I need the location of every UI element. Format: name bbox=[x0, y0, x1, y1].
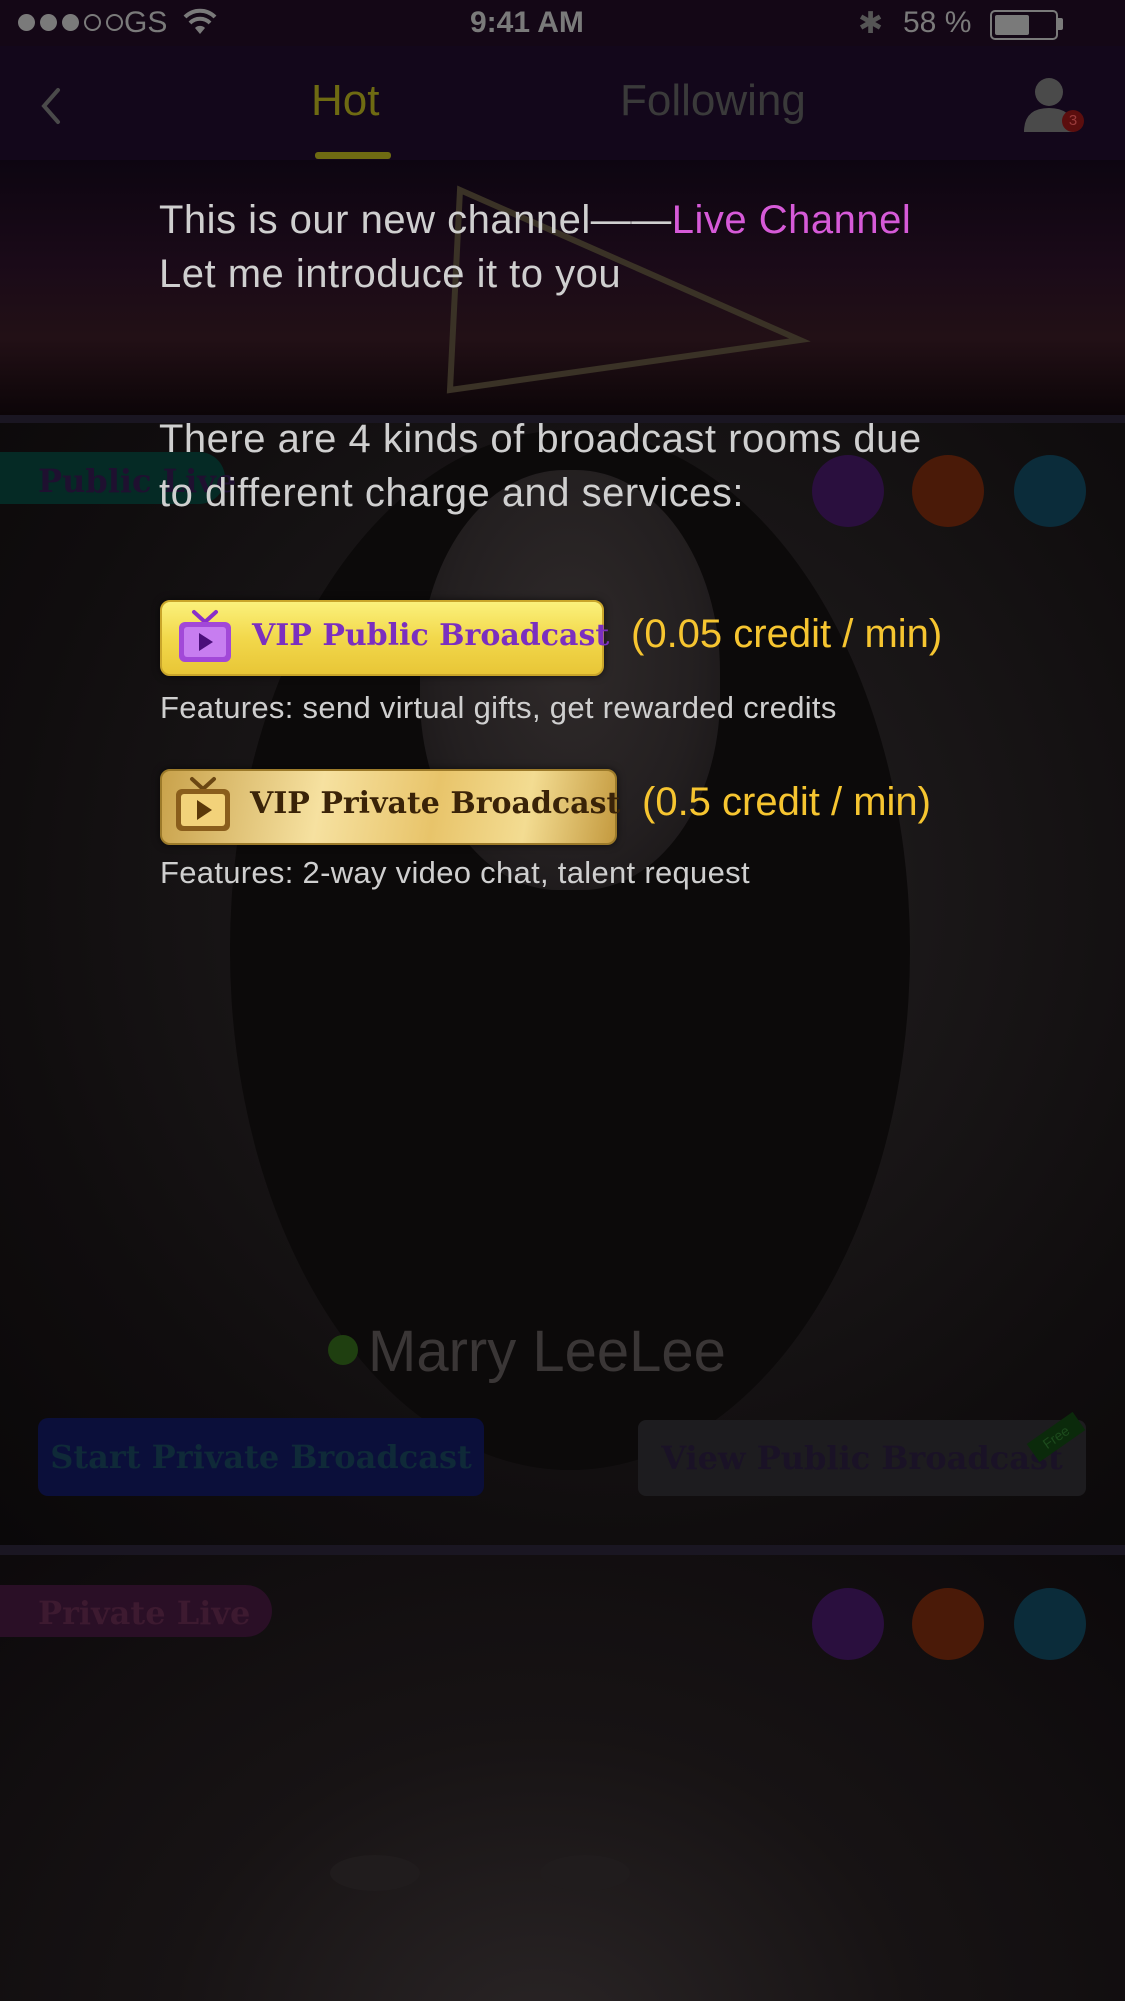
intro-line-4: to different charge and services: bbox=[159, 471, 744, 515]
vip-private-price: (0.5 credit / min) bbox=[642, 780, 931, 824]
vip-public-price: (0.05 credit / min) bbox=[631, 612, 943, 656]
intro-line-2: Let me introduce it to you bbox=[159, 252, 622, 296]
private-live-label: Private Live bbox=[38, 1594, 251, 1632]
notification-badge: 3 bbox=[1062, 110, 1084, 132]
microphone-icon[interactable] bbox=[812, 1588, 884, 1660]
nav-bar bbox=[0, 46, 1125, 160]
dance-icon[interactable] bbox=[1014, 455, 1086, 527]
bluetooth-icon: ✱ bbox=[858, 7, 884, 40]
intro-line-1: This is our new channel——Live Channel bbox=[159, 198, 911, 243]
utensils-icon[interactable] bbox=[912, 1588, 984, 1660]
photo-eye bbox=[540, 1855, 630, 1891]
utensils-icon[interactable] bbox=[912, 455, 984, 527]
divider bbox=[0, 1545, 1125, 1555]
wifi-icon bbox=[183, 8, 217, 34]
active-tab-indicator bbox=[315, 152, 391, 159]
vip-public-features: Features: send virtual gifts, get reward… bbox=[160, 690, 837, 725]
battery-tip bbox=[1058, 18, 1063, 30]
online-indicator bbox=[328, 1335, 358, 1365]
streamer-name: Marry LeeLee bbox=[368, 1319, 726, 1384]
carrier-name: GS bbox=[124, 6, 168, 39]
battery-level bbox=[995, 15, 1029, 35]
battery-percent: 58 % bbox=[903, 6, 972, 39]
battery-icon bbox=[990, 10, 1058, 40]
tv-play-icon bbox=[176, 777, 230, 831]
intro-line-1-text: This is our new channel—— bbox=[159, 198, 672, 242]
tv-play-icon bbox=[179, 610, 231, 662]
view-public-broadcast-label: View Public Broadcast bbox=[661, 1439, 1063, 1477]
microphone-icon[interactable] bbox=[812, 455, 884, 527]
photo-eye bbox=[330, 1855, 420, 1891]
vip-private-features: Features: 2-way video chat, talent reque… bbox=[160, 855, 750, 890]
dance-icon[interactable] bbox=[1014, 1588, 1086, 1660]
vip-private-broadcast-label: VIP Private Broadcast bbox=[250, 786, 621, 821]
signal-strength-icon bbox=[18, 14, 123, 31]
tab-following[interactable]: Following bbox=[620, 76, 806, 126]
channel-name: Live Channel bbox=[671, 198, 912, 242]
vip-public-broadcast-label: VIP Public Broadcast bbox=[252, 618, 610, 653]
status-time: 9:41 AM bbox=[470, 6, 584, 39]
start-private-broadcast-label: Start Private Broadcast bbox=[50, 1438, 472, 1476]
chevron-left-icon[interactable] bbox=[36, 86, 66, 126]
intro-line-3: There are 4 kinds of broadcast rooms due bbox=[159, 417, 922, 461]
tab-hot[interactable]: Hot bbox=[311, 76, 379, 126]
